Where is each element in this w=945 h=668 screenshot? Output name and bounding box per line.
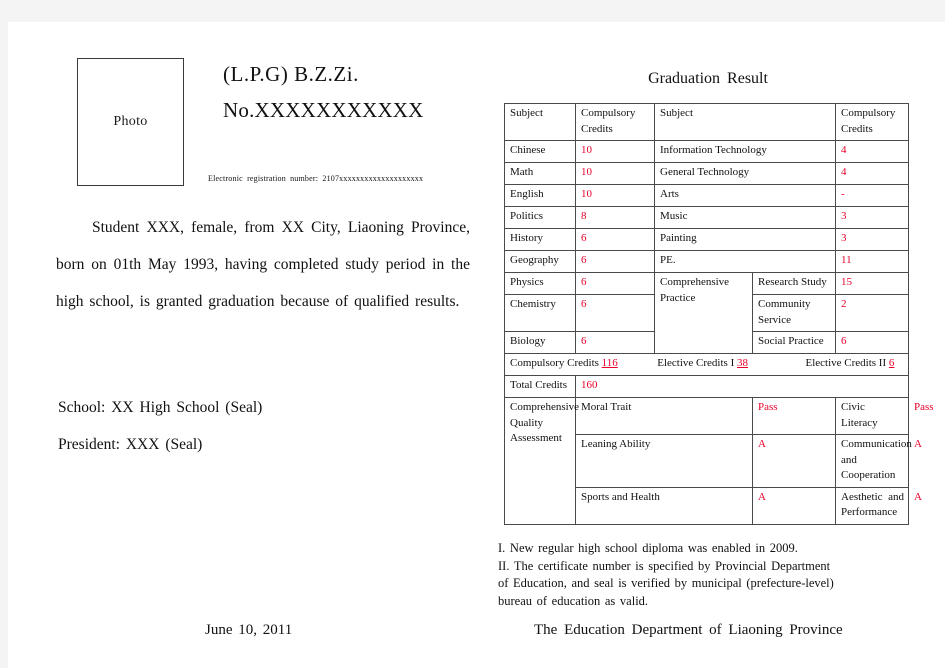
subject-left-cell: History [504, 228, 576, 251]
footnote-2: II. The certificate number is specified … [498, 558, 831, 573]
subject-right-cell: Information Technology [654, 140, 836, 163]
header-credits-left: Compulsory Credits [575, 103, 655, 141]
comprehensive-practice-row: Physics 6 Comprehensive Practice Researc… [504, 272, 909, 354]
header-subject-left: Subject [504, 103, 576, 141]
table-header-row: Subject Compulsory Credits Subject Compu… [504, 103, 909, 141]
credits-left-cell: 10 [575, 140, 655, 163]
table-row: History 6 Painting 3 [504, 228, 909, 251]
quality-assessment-row: Comprehensive Quality Assessment Moral T… [504, 397, 934, 525]
certificate-title-block: (L.P.G) B.Z.Zi. No.XXXXXXXXXXX [223, 62, 488, 122]
photo-placeholder-label: Photo [113, 114, 148, 129]
credits-left-cell: 6 [575, 228, 655, 251]
subject-left-cell: Politics [504, 206, 576, 229]
total-credits-label: Total Credits [504, 375, 576, 398]
assessment-name-a: Moral Trait [575, 397, 753, 435]
subject-left-cell: Chinese [504, 140, 576, 163]
subject-left-cell: Geography [504, 250, 576, 273]
subject-left-cell: English [504, 184, 576, 207]
subject-left-cell: Math [504, 162, 576, 185]
certificate-page: Photo (L.P.G) B.Z.Zi. No.XXXXXXXXXXX Ele… [8, 22, 945, 668]
credits-right-cell: 4 [835, 140, 909, 163]
assessment-grade-a: Pass [752, 397, 836, 435]
credits-left-cell: 10 [575, 184, 655, 207]
president-name-line: President: XXX (Seal) [58, 436, 203, 453]
assessment-grade-a: A [752, 434, 836, 488]
practice-item-name: Research Study [752, 272, 836, 295]
assessment-name-a: Sports and Health [575, 486, 753, 525]
credits-left-cell: 10 [575, 162, 655, 185]
credits-right-cell: - [835, 184, 909, 207]
elective1-credits-value: 38 [737, 357, 748, 369]
table-row: Math 10 General Technology 4 [504, 162, 909, 185]
quality-assessment-label: Comprehensive Quality Assessment [504, 397, 579, 525]
total-credits-value: 160 [575, 375, 909, 398]
practice-item-credits: 15 [835, 272, 909, 295]
credits-left-cell: 6 [575, 250, 655, 273]
table-row: Chinese 10 Information Technology 4 [504, 140, 909, 163]
table-row: English 10 Arts - [504, 184, 909, 207]
subject-right-cell: Arts [654, 184, 836, 207]
comprehensive-practice-label: Comprehensive Practice [654, 272, 753, 354]
credits-right-cell: 3 [835, 206, 909, 229]
credits-summary-row: Compulsory Credits 116 Elective Credits … [504, 353, 909, 376]
electronic-registration-number: Electronic registration number: 2107xxxx… [208, 174, 424, 183]
compulsory-credits-label: Compulsory Credits [510, 357, 599, 369]
issuing-department-line: The Education Department of Liaoning Pro… [534, 622, 843, 638]
graduation-result-panel: Graduation Result Subject Compulsory Cre… [498, 22, 945, 668]
practice-item-credits: 2 [835, 294, 909, 332]
practice-item-name: Community Service [752, 294, 836, 332]
subject-right-cell: General Technology [654, 162, 836, 185]
practice-item-name: Social Practice [752, 331, 836, 354]
photo-placeholder-box: Photo [77, 58, 184, 186]
certificate-footnotes: I. New regular high school diploma was e… [498, 540, 922, 610]
credits-left-cell: 8 [575, 206, 655, 229]
certificate-number-line: No.XXXXXXXXXXX [223, 98, 424, 123]
compulsory-credits-value: 116 [601, 357, 618, 369]
header-credits-right: Compulsory Credits [835, 103, 909, 141]
credits-left-cell: 6 [575, 272, 655, 295]
assessment-name-a: Leaning Ability [575, 434, 753, 488]
credits-right-cell: 4 [835, 162, 909, 185]
certificate-body-paragraph: Student XXX, female, from XX City, Liaon… [56, 219, 470, 310]
elective2-credits-label: Elective Credits II [805, 357, 887, 369]
assessment-name-b: Aesthetic and Performance [835, 486, 909, 525]
footnote-4: bureau of education as valid. [498, 593, 649, 608]
graduation-result-table: Subject Compulsory Credits Subject Compu… [504, 103, 934, 525]
subject-right-cell: PE. [654, 250, 836, 273]
table-row: Politics 8 Music 3 [504, 206, 909, 229]
assessment-name-b: Communication and Cooperation [835, 434, 912, 488]
subject-left-cell: Biology [504, 331, 576, 354]
graduation-result-title: Graduation Result [648, 70, 768, 87]
credits-right-cell: 3 [835, 228, 909, 251]
credits-left-cell: 6 [575, 331, 655, 354]
assessment-grade-a: A [752, 486, 836, 525]
footnote-1: I. New regular high school diploma was e… [498, 541, 798, 555]
certificate-left-panel: Photo (L.P.G) B.Z.Zi. No.XXXXXXXXXXX Ele… [8, 22, 498, 668]
credits-left-cell: 6 [575, 294, 655, 332]
subject-left-cell: Physics [504, 272, 576, 295]
subject-left-cell: Chemistry [504, 294, 576, 332]
assessment-name-b: Civic Literacy [835, 397, 909, 435]
elective2-credits-value: 6 [888, 357, 895, 369]
certificate-type-line: (L.P.G) B.Z.Zi. [223, 62, 359, 86]
table-row: Geography 6 PE. 11 [504, 250, 909, 273]
credits-right-cell: 11 [835, 250, 909, 273]
subject-right-cell: Painting [654, 228, 836, 251]
total-credits-row: Total Credits 160 [504, 375, 909, 398]
footnote-3: of Education, and seal is verified by mu… [498, 576, 834, 590]
issue-date: June 10, 2011 [205, 622, 293, 638]
practice-item-credits: 6 [835, 331, 909, 354]
subject-right-cell: Music [654, 206, 836, 229]
header-subject-right: Subject [654, 103, 836, 141]
elective1-credits-label: Elective Credits I [657, 357, 735, 369]
school-name-line: School: XX High School (Seal) [58, 399, 263, 416]
credits-summary-cell: Compulsory Credits 116 Elective Credits … [504, 353, 909, 376]
